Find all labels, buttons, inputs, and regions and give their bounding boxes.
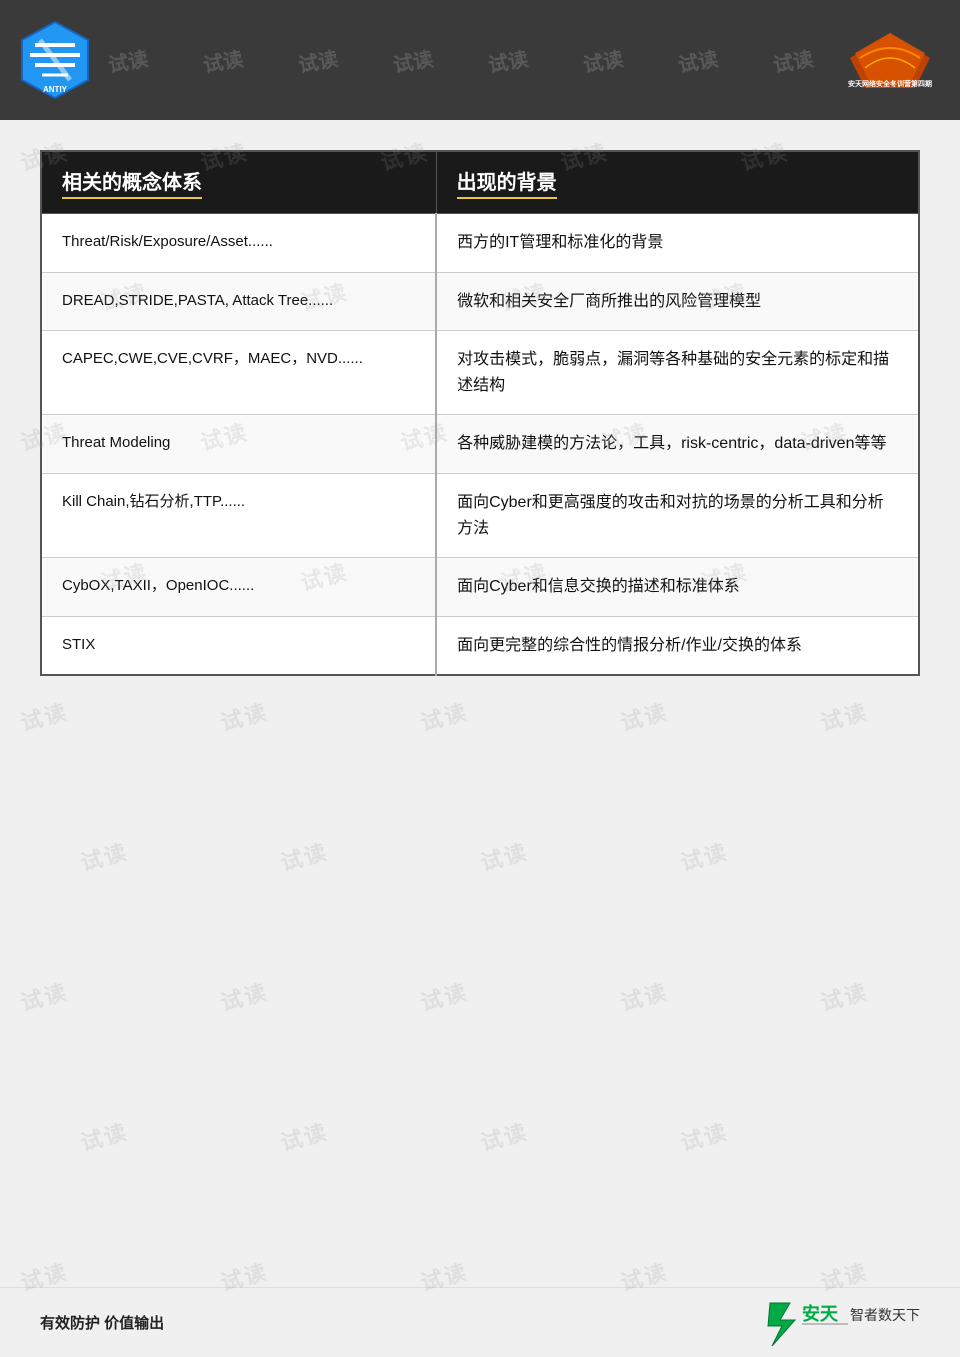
table-row: DREAD,STRIDE,PASTA, Attack Tree......微软和…	[41, 272, 919, 331]
watermark-26: 试读	[677, 834, 732, 877]
main-content: 相关的概念体系 出现的背景 Threat/Risk/Exposure/Asset…	[0, 120, 960, 706]
header-watermark-4: 试读	[390, 42, 434, 78]
header-watermark-8: 试读	[770, 42, 814, 78]
watermark-34: 试读	[477, 1114, 532, 1157]
table-row: CybOX,TAXII，OpenIOC......面向Cyber和信息交换的描述…	[41, 558, 919, 617]
header-watermark-3: 试读	[295, 42, 339, 78]
svg-text:安天网络安全冬训营第四期: 安天网络安全冬训营第四期	[848, 79, 932, 88]
right-cell: 微软和相关安全厂商所推出的风险管理模型	[436, 272, 919, 331]
header-right: 安天网络安全冬训营第四期	[840, 28, 940, 93]
table-row: Threat Modeling各种威胁建模的方法论，工具，risk-centri…	[41, 415, 919, 474]
left-cell: Threat Modeling	[41, 415, 436, 474]
watermark-23: 试读	[77, 834, 132, 877]
left-cell: CybOX,TAXII，OpenIOC......	[41, 558, 436, 617]
watermark-24: 试读	[277, 834, 332, 877]
watermark-32: 试读	[77, 1114, 132, 1157]
header-watermark-1: 试读	[105, 42, 149, 78]
watermark-31: 试读	[817, 974, 872, 1017]
watermark-33: 试读	[277, 1114, 332, 1157]
header: ANTIY 试读 试读 试读 试读 试读 试读 试读 试读 安天网络安全冬训营第…	[0, 0, 960, 120]
header-watermark-6: 试读	[580, 42, 624, 78]
header-watermarks: 试读 试读 试读 试读 试读 试读 试读 试读	[80, 0, 840, 120]
table-row: CAPEC,CWE,CVE,CVRF，MAEC，NVD......对攻击模式，脆…	[41, 331, 919, 415]
right-cell: 面向Cyber和信息交换的描述和标准体系	[436, 558, 919, 617]
col1-header: 相关的概念体系	[41, 151, 436, 214]
col2-header: 出现的背景	[436, 151, 919, 214]
right-cell: 西方的IT管理和标准化的背景	[436, 214, 919, 273]
table-row: Threat/Risk/Exposure/Asset......西方的IT管理和…	[41, 214, 919, 273]
table-row: Kill Chain,钻石分析,TTP......面向Cyber和更高强度的攻击…	[41, 473, 919, 557]
watermark-27: 试读	[17, 974, 72, 1017]
left-cell: Kill Chain,钻石分析,TTP......	[41, 473, 436, 557]
left-cell: Threat/Risk/Exposure/Asset......	[41, 214, 436, 273]
watermark-29: 试读	[417, 974, 472, 1017]
right-cell: 对攻击模式，脆弱点，漏洞等各种基础的安全元素的标定和描述结构	[436, 331, 919, 415]
footer-tagline: 有效防护 价值输出	[40, 1312, 164, 1333]
svg-text:ANTIY: ANTIY	[43, 85, 68, 94]
header-watermark-2: 试读	[200, 42, 244, 78]
watermark-28: 试读	[217, 974, 272, 1017]
header-right-logo-icon: 安天网络安全冬训营第四期	[840, 28, 940, 93]
footer-brand: 安天 智者数天下	[760, 1298, 920, 1348]
left-cell: CAPEC,CWE,CVE,CVRF，MAEC，NVD......	[41, 331, 436, 415]
info-table: 相关的概念体系 出现的背景 Threat/Risk/Exposure/Asset…	[40, 150, 920, 676]
left-cell: STIX	[41, 616, 436, 675]
right-cell: 面向Cyber和更高强度的攻击和对抗的场景的分析工具和分析方法	[436, 473, 919, 557]
watermark-25: 试读	[477, 834, 532, 877]
left-cell: DREAD,STRIDE,PASTA, Attack Tree......	[41, 272, 436, 331]
watermark-30: 试读	[617, 974, 672, 1017]
header-watermark-7: 试读	[675, 42, 719, 78]
footer: 有效防护 价值输出 安天 智者数天下	[0, 1287, 960, 1357]
table-row: STIX面向更完整的综合性的情报分析/作业/交换的体系	[41, 616, 919, 675]
watermark-35: 试读	[677, 1114, 732, 1157]
right-cell: 面向更完整的综合性的情报分析/作业/交换的体系	[436, 616, 919, 675]
svg-text:智者数天下: 智者数天下	[850, 1307, 920, 1323]
svg-text:安天: 安天	[802, 1303, 839, 1324]
header-watermark-5: 试读	[485, 42, 529, 78]
right-cell: 各种威胁建模的方法论，工具，risk-centric，data-driven等等	[436, 415, 919, 474]
footer-logo-icon: 安天 智者数天下	[760, 1298, 920, 1348]
